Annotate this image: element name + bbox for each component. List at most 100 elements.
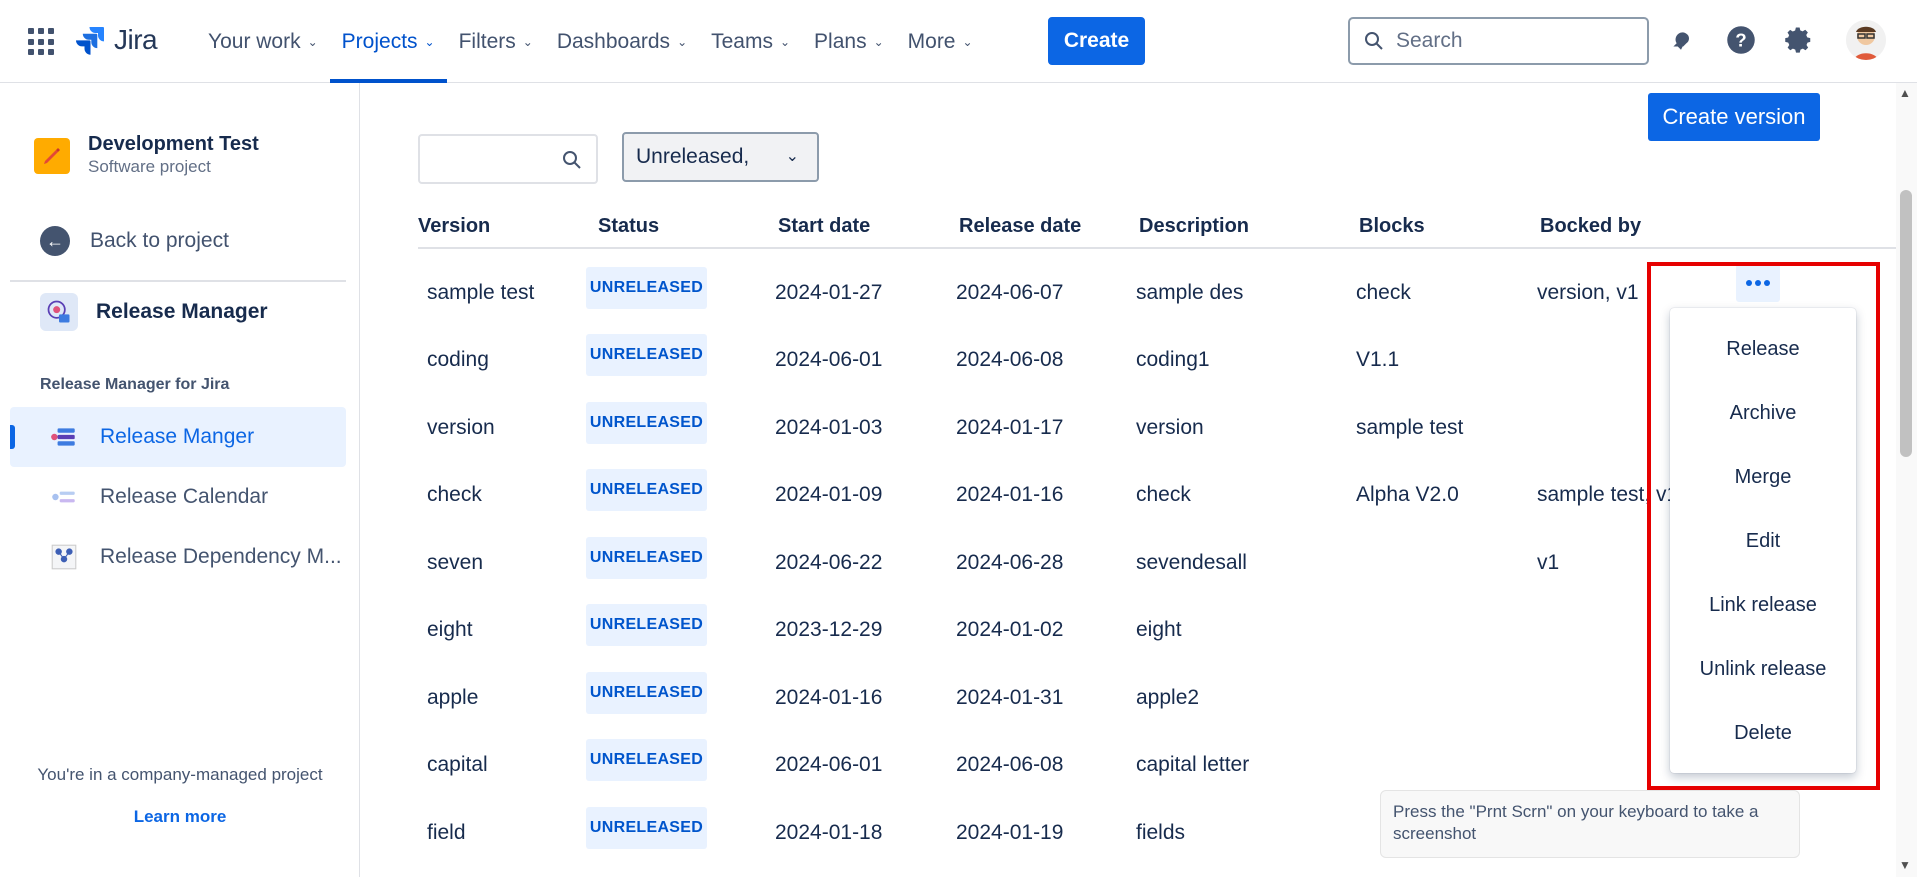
- scroll-down-arrow-icon[interactable]: ▼: [1899, 858, 1911, 872]
- sidebar-item-label: Release Dependency M...: [100, 545, 342, 568]
- start-date-cell: 2024-01-03: [775, 416, 883, 439]
- version-cell[interactable]: apple: [427, 686, 478, 710]
- description-cell: fields: [1136, 821, 1186, 844]
- release-date-cell: 2024-01-16: [956, 483, 1064, 506]
- start-date-cell: 2024-01-09: [775, 483, 883, 506]
- blocked-by-cell: v1: [1537, 551, 1560, 574]
- chevron-down-icon: ⌄: [307, 34, 318, 49]
- version-cell[interactable]: field: [427, 821, 466, 845]
- scrollbar-thumb[interactable]: [1900, 190, 1912, 457]
- column-header-version[interactable]: Version: [418, 215, 490, 238]
- version-search-input[interactable]: [418, 134, 598, 184]
- project-type: Software project: [88, 157, 211, 176]
- notifications-icon[interactable]: [1663, 22, 1699, 58]
- scroll-up-arrow-icon[interactable]: ▲: [1899, 86, 1911, 100]
- start-date-cell: 2024-06-01: [775, 348, 883, 371]
- jira-logo-icon: [76, 27, 104, 55]
- nav-items: Your work ⌄ Projects ⌄ Filters ⌄ Dashboards…: [196, 0, 985, 83]
- release-date-cell: 2024-06-07: [956, 281, 1064, 304]
- start-date-cell: 2024-01-16: [775, 686, 883, 709]
- nav-projects[interactable]: Projects ⌄: [329, 0, 447, 83]
- version-cell[interactable]: eight: [427, 618, 473, 642]
- version-cell[interactable]: coding: [427, 348, 489, 372]
- back-label: Back to project: [90, 229, 229, 252]
- learn-more-link[interactable]: Learn more: [0, 807, 360, 827]
- sidebar-item-label: Release Manger: [100, 425, 255, 448]
- description-cell: check: [1136, 483, 1191, 506]
- column-header-blocked-by[interactable]: Bocked by: [1540, 215, 1641, 238]
- version-cell[interactable]: check: [427, 483, 482, 507]
- chevron-down-icon: ⌄: [779, 34, 791, 49]
- nav-your-work[interactable]: Your work ⌄: [196, 0, 330, 83]
- nav-filters[interactable]: Filters ⌄: [447, 0, 545, 83]
- column-header-status[interactable]: Status: [598, 215, 659, 238]
- chevron-down-icon: ⌄: [677, 34, 688, 49]
- sidebar-item-release-manger[interactable]: Release Manger: [10, 407, 346, 467]
- status-filter-select[interactable]: Unreleased, ⌄: [622, 132, 819, 182]
- product-name: Jira: [114, 24, 158, 55]
- chevron-down-icon: ⌄: [522, 34, 533, 49]
- release-manager-logo-icon: [40, 293, 78, 331]
- calendar-icon: [48, 481, 80, 513]
- search-input[interactable]: Search: [1348, 17, 1649, 65]
- release-date-cell: 2024-01-31: [956, 686, 1064, 709]
- column-header-blocks[interactable]: Blocks: [1359, 215, 1425, 238]
- description-cell: sample des: [1136, 281, 1244, 304]
- chevron-down-icon: ⌄: [873, 34, 884, 49]
- header-divider: [418, 247, 1896, 249]
- nav-plans[interactable]: Plans ⌄: [802, 0, 896, 83]
- blocks-cell: sample test: [1356, 416, 1464, 439]
- status-badge: UNRELEASED: [586, 807, 707, 849]
- description-cell: sevendesall: [1136, 551, 1247, 574]
- sidebar-item-label: Release Calendar: [100, 485, 269, 508]
- release-date-cell: 2024-06-08: [956, 348, 1064, 371]
- version-cell[interactable]: version: [427, 416, 495, 440]
- back-to-project-link[interactable]: ← Back to project: [40, 226, 229, 256]
- status-badge: UNRELEASED: [586, 402, 707, 444]
- create-button[interactable]: Create: [1048, 17, 1145, 65]
- column-header-description[interactable]: Description: [1139, 215, 1249, 238]
- jira-logo[interactable]: Jira: [74, 24, 158, 56]
- search-icon: [563, 151, 581, 169]
- column-header-release-date[interactable]: Release date: [959, 215, 1081, 238]
- app-switcher-icon[interactable]: [28, 28, 56, 56]
- nav-more[interactable]: More ⌄: [896, 0, 985, 83]
- start-date-cell: 2024-01-18: [775, 821, 883, 844]
- sidebar-divider: [10, 280, 346, 282]
- release-date-cell: 2024-01-02: [956, 618, 1064, 641]
- status-badge: UNRELEASED: [586, 469, 707, 511]
- create-version-button[interactable]: Create version: [1648, 93, 1820, 141]
- nav-teams[interactable]: Teams ⌄: [699, 0, 802, 83]
- screenshot-tip-toast: Press the "Prnt Scrn" on your keyboard t…: [1380, 790, 1800, 858]
- svg-text:?: ?: [1735, 29, 1746, 50]
- blocks-cell: V1.1: [1356, 348, 1400, 371]
- version-cell[interactable]: sample test: [427, 281, 534, 305]
- start-date-cell: 2023-12-29: [775, 618, 883, 641]
- project-name[interactable]: Development Test: [88, 133, 259, 156]
- app-name: Release Manager: [96, 300, 268, 323]
- status-badge: UNRELEASED: [586, 267, 707, 309]
- status-badge: UNRELEASED: [586, 537, 707, 579]
- status-badge: UNRELEASED: [586, 739, 707, 781]
- description-cell: eight: [1136, 618, 1182, 641]
- sidebar-item-release-dependency[interactable]: Release Dependency M...: [10, 527, 346, 587]
- project-sidebar: Development Test Software project ← Back…: [0, 83, 360, 877]
- nav-dashboards[interactable]: Dashboards ⌄: [545, 0, 699, 83]
- version-cell[interactable]: seven: [427, 551, 483, 575]
- settings-gear-icon[interactable]: [1781, 22, 1817, 58]
- status-badge: UNRELEASED: [586, 672, 707, 714]
- blocks-cell: Alpha V2.0: [1356, 483, 1459, 506]
- description-cell: version: [1136, 416, 1204, 439]
- release-date-cell: 2024-06-08: [956, 753, 1064, 776]
- help-icon[interactable]: ?: [1723, 22, 1759, 58]
- version-cell[interactable]: capital: [427, 753, 488, 777]
- release-list-icon: [48, 421, 80, 453]
- section-title: Release Manager for Jira: [40, 376, 230, 393]
- user-avatar[interactable]: [1846, 20, 1886, 60]
- column-header-start-date[interactable]: Start date: [778, 215, 870, 238]
- release-date-cell: 2024-01-17: [956, 416, 1064, 439]
- top-navigation: Jira Your work ⌄ Projects ⌄ Filters ⌄ Dashb…: [0, 0, 1917, 83]
- description-cell: coding1: [1136, 348, 1210, 371]
- sidebar-item-release-calendar[interactable]: Release Calendar: [10, 467, 346, 527]
- chevron-down-icon: ⌄: [962, 34, 973, 49]
